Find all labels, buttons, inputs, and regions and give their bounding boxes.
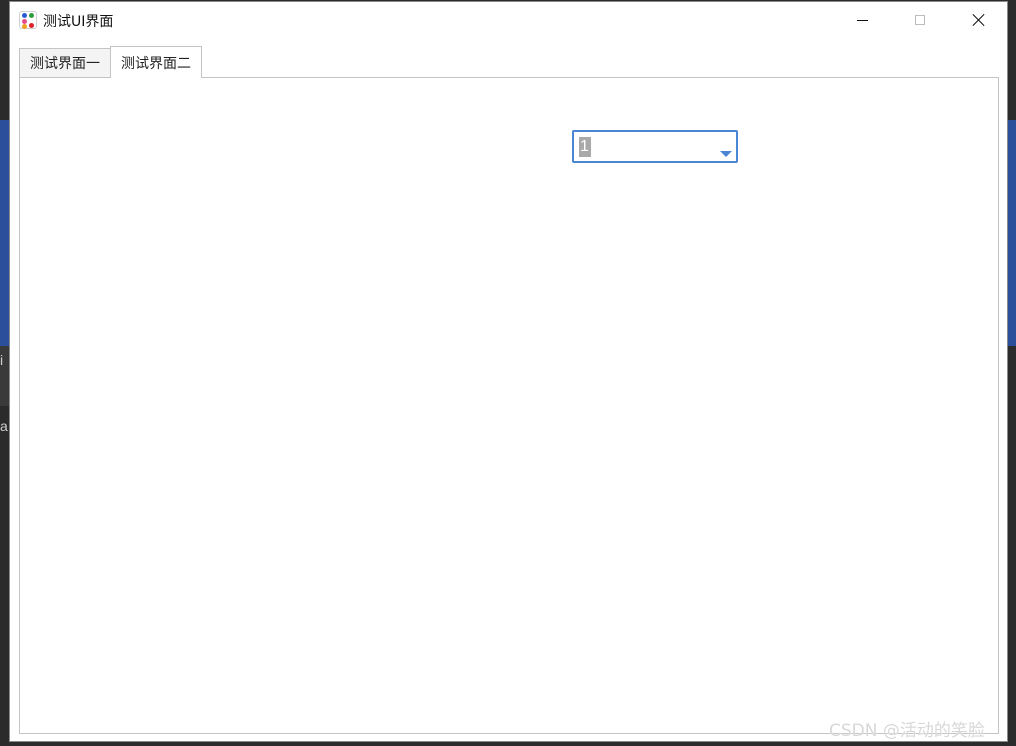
close-icon	[972, 13, 986, 27]
desktop-background-left	[0, 120, 9, 346]
tab-test-interface-1[interactable]: 测试界面一	[19, 48, 111, 77]
maximize-button[interactable]	[891, 2, 949, 38]
combo-selected-value[interactable]: 1	[579, 137, 591, 157]
desktop-text-fragment: i	[0, 352, 4, 368]
watermark: CSDN @活动的笑脸	[829, 721, 985, 741]
app-window: 测试UI界面 测试界面一 测试界面二 1	[9, 1, 1008, 742]
chevron-down-icon[interactable]	[720, 151, 732, 157]
tab-label: 测试界面一	[30, 56, 100, 72]
desktop-background-right	[1008, 120, 1016, 346]
tab-test-interface-2[interactable]: 测试界面二	[110, 46, 202, 78]
combo-box[interactable]: 1	[572, 130, 738, 163]
maximize-icon	[915, 15, 925, 25]
desktop-text-fragment: a	[0, 418, 8, 434]
minimize-button[interactable]	[833, 2, 891, 38]
window-title: 测试UI界面	[43, 14, 114, 30]
close-button[interactable]	[950, 2, 1008, 38]
title-bar[interactable]: 测试UI界面	[10, 2, 1007, 38]
minimize-icon	[856, 19, 868, 21]
app-grid-icon	[19, 11, 37, 29]
tab-label: 测试界面二	[121, 55, 191, 72]
tab-content-pane: 1	[19, 77, 999, 734]
